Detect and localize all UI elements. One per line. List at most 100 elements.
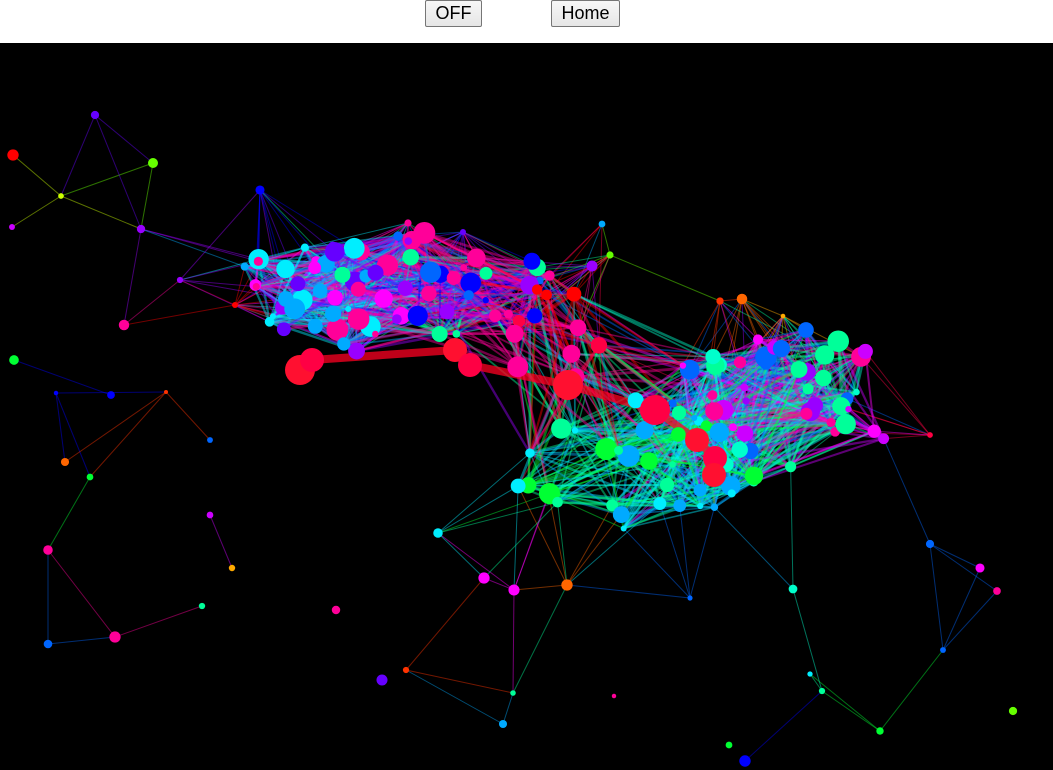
graph-node[interactable] [276, 322, 291, 337]
graph-node[interactable] [463, 290, 474, 301]
graph-node[interactable] [53, 390, 59, 396]
graph-node[interactable] [43, 639, 53, 649]
graph-node[interactable] [300, 243, 310, 252]
home-button[interactable]: Home [551, 0, 620, 27]
graph-node[interactable] [421, 285, 437, 302]
graph-node[interactable] [993, 587, 1001, 595]
graph-node[interactable] [606, 251, 614, 259]
graph-node[interactable] [671, 427, 686, 442]
graph-node[interactable] [612, 506, 630, 523]
graph-node[interactable] [307, 318, 323, 334]
graph-node[interactable] [136, 224, 146, 234]
graph-node[interactable] [561, 579, 573, 591]
graph-node[interactable] [350, 281, 366, 297]
graph-node[interactable] [772, 340, 790, 358]
graph-node[interactable] [736, 425, 754, 442]
network-visualization-canvas[interactable] [0, 43, 1053, 770]
graph-node[interactable] [345, 305, 352, 312]
graph-node[interactable] [671, 405, 687, 421]
graph-node[interactable] [541, 289, 552, 301]
graph-node[interactable] [343, 237, 365, 259]
graph-node[interactable] [571, 427, 579, 434]
graph-node[interactable] [551, 418, 572, 439]
graph-node[interactable] [348, 342, 365, 360]
graph-node[interactable] [505, 324, 524, 343]
graph-node[interactable] [727, 489, 736, 498]
graph-node[interactable] [702, 463, 726, 487]
graph-node[interactable] [653, 497, 667, 511]
graph-node[interactable] [478, 572, 490, 584]
graph-node[interactable] [815, 369, 832, 387]
graph-node[interactable] [407, 305, 428, 326]
graph-node[interactable] [527, 308, 543, 324]
graph-node[interactable] [334, 266, 351, 283]
graph-node[interactable] [525, 448, 535, 458]
graph-node[interactable] [867, 424, 881, 438]
graph-node[interactable] [566, 286, 582, 302]
graph-node[interactable] [107, 391, 115, 399]
graph-node[interactable] [876, 727, 884, 735]
graph-node[interactable] [590, 337, 608, 354]
graph-node[interactable] [90, 110, 100, 120]
graph-node[interactable] [826, 417, 836, 428]
graph-node[interactable] [508, 584, 520, 596]
graph-node[interactable] [452, 330, 461, 338]
graph-node[interactable] [479, 266, 493, 280]
graph-node[interactable] [710, 503, 719, 511]
graph-node[interactable] [228, 564, 236, 572]
graph-node[interactable] [815, 345, 835, 365]
graph-node[interactable] [614, 446, 624, 455]
graph-node[interactable] [58, 193, 64, 199]
graph-node[interactable] [176, 276, 184, 284]
graph-node[interactable] [324, 241, 345, 262]
graph-node[interactable] [716, 297, 724, 305]
graph-node[interactable] [569, 319, 587, 337]
graph-node[interactable] [857, 343, 873, 359]
graph-node[interactable] [780, 313, 786, 319]
graph-node[interactable] [446, 271, 461, 286]
graph-node[interactable] [731, 441, 748, 458]
graph-node[interactable] [232, 302, 238, 308]
graph-node[interactable] [433, 528, 443, 538]
graph-node[interactable] [739, 755, 751, 767]
graph-node[interactable] [324, 305, 342, 322]
graph-node[interactable] [420, 261, 442, 283]
graph-node[interactable] [337, 337, 351, 351]
graph-node[interactable] [611, 693, 617, 699]
graph-node[interactable] [927, 432, 933, 438]
graph-node[interactable] [207, 437, 213, 443]
graph-node[interactable] [404, 237, 413, 245]
graph-node[interactable] [523, 252, 541, 270]
graph-node[interactable] [925, 539, 935, 549]
graph-node[interactable] [725, 741, 733, 749]
graph-node[interactable] [733, 356, 747, 369]
graph-node[interactable] [198, 602, 206, 610]
graph-node[interactable] [598, 220, 606, 228]
graph-node[interactable] [458, 353, 482, 377]
graph-node[interactable] [418, 227, 428, 237]
graph-node[interactable] [372, 330, 379, 338]
graph-node[interactable] [60, 457, 70, 467]
graph-node[interactable] [975, 563, 985, 573]
graph-node[interactable] [467, 248, 486, 268]
graph-node[interactable] [503, 309, 513, 319]
graph-node[interactable] [402, 666, 410, 674]
graph-node[interactable] [845, 405, 852, 413]
graph-node[interactable] [752, 334, 764, 345]
graph-node[interactable] [9, 355, 19, 365]
graph-node[interactable] [620, 525, 627, 532]
graph-node[interactable] [728, 423, 738, 432]
graph-node[interactable] [510, 690, 516, 696]
graph-node[interactable] [586, 260, 598, 272]
graph-node[interactable] [553, 370, 583, 400]
graph-node[interactable] [669, 461, 676, 468]
graph-node[interactable] [760, 358, 772, 370]
graph-node[interactable] [392, 314, 402, 324]
graph-node[interactable] [744, 466, 764, 486]
graph-node[interactable] [853, 388, 860, 396]
graph-node[interactable] [940, 647, 946, 653]
graph-node[interactable] [376, 674, 388, 686]
graph-node[interactable] [798, 322, 814, 338]
graph-node[interactable] [802, 383, 814, 395]
graph-node[interactable] [347, 308, 370, 330]
